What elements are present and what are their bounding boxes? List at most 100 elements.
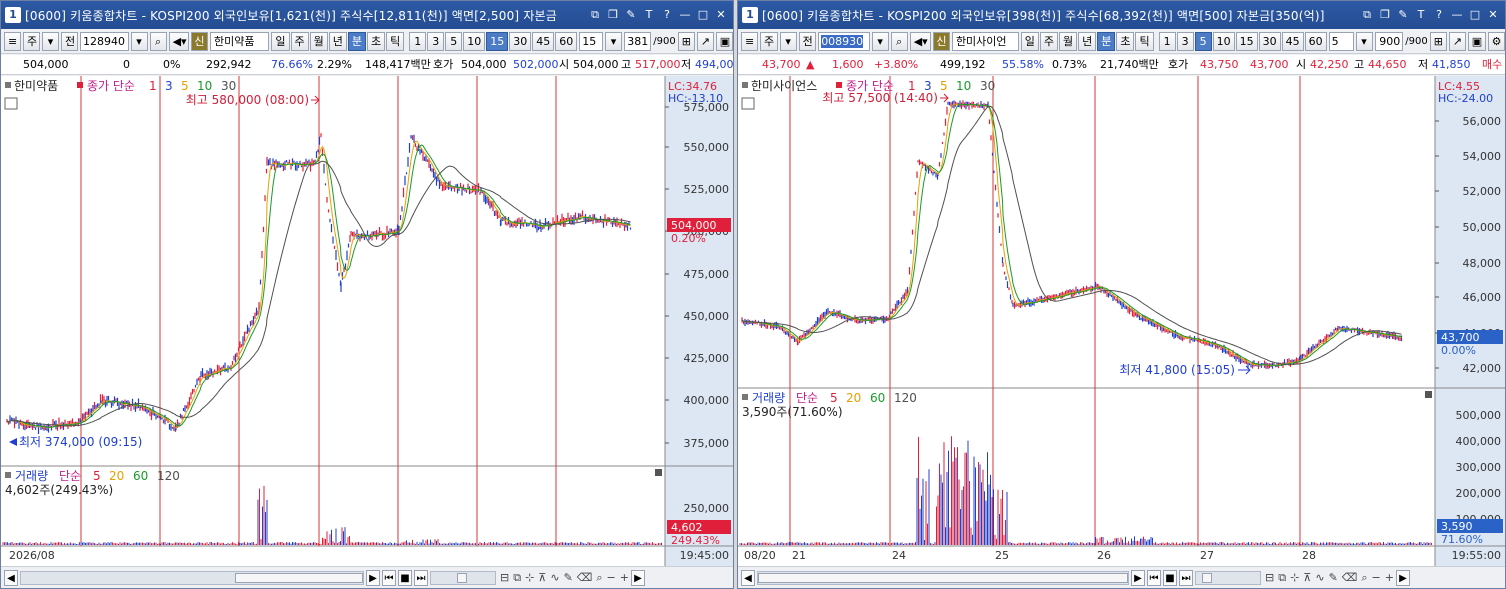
layout-icon[interactable]: ⊟ [500,571,509,584]
zoom-out-icon[interactable]: − [607,571,616,584]
close-icon[interactable]: ✕ [713,7,729,23]
help-icon[interactable]: ? [1431,7,1447,23]
search-icon[interactable]: ⌕ [149,32,167,51]
price-chart-svg[interactable]: 575,000550,000525,000500,000475,000450,0… [1,76,733,566]
window-titlebar[interactable]: 1 [0600] 키움종합차트 - KOSPI200 외국인보유[398(천)]… [738,1,1505,29]
interval-button[interactable]: 3 [1176,32,1194,51]
minimize-icon[interactable]: — [1449,7,1465,23]
zoom-slider-thumb[interactable] [1202,572,1212,583]
interval-button[interactable]: 10 [1212,32,1235,51]
scroll-right-icon[interactable]: ▶ [366,569,380,586]
interval-button[interactable]: 30 [1258,32,1281,51]
period-button[interactable]: 초 [1116,32,1135,51]
menu-icon[interactable]: ≡ [4,32,21,51]
draw-icon[interactable]: ✎ [1329,571,1338,584]
zoom-slider[interactable] [430,570,496,585]
scroll-left-icon[interactable]: ◀ [741,569,755,586]
window-titlebar[interactable]: 1 [0600] 키움종합차트 - KOSPI200 외국인보유[1,621(천… [1,1,733,29]
layout-icon[interactable]: ⊟ [1265,571,1274,584]
interval-value-input[interactable]: 15 [579,32,604,51]
zoom-slider[interactable] [1195,570,1261,585]
scroll-right-icon[interactable]: ▶ [1131,569,1145,586]
period-button[interactable]: 일 [1020,32,1039,51]
period-button[interactable]: 틱 [1135,32,1154,51]
code-dropdown-icon[interactable]: ▾ [871,32,889,51]
interval-button[interactable]: 15 [1235,32,1258,51]
zoom-in-icon[interactable]: + [620,571,629,584]
interval-button[interactable]: 30 [509,32,532,51]
price-chart-svg[interactable]: 56,00054,00052,00050,00048,00046,00044,0… [738,76,1505,566]
interval-button[interactable]: 15 [486,32,509,51]
forward-icon[interactable]: ⏭ [1179,569,1193,586]
stock-name-field[interactable]: 한미약품 [209,32,270,51]
indicator-icon[interactable]: ⊞ [677,32,695,51]
scroll-track[interactable] [757,570,1129,585]
stop-icon[interactable]: ■ [398,569,412,586]
wave-icon[interactable]: ∿ [550,571,559,584]
scroll-thumb[interactable] [235,572,363,583]
draw-icon[interactable]: ✎ [564,571,573,584]
price-chart-area[interactable]: 56,00054,00052,00050,00048,00046,00044,0… [738,76,1505,566]
text-icon[interactable]: T [1413,7,1429,23]
wave-icon[interactable]: ∿ [1315,571,1324,584]
scroll-left-icon[interactable]: ◀ [4,569,18,586]
scroll-thumb[interactable] [758,572,1128,583]
scroll-end-icon[interactable]: ▶ [630,569,645,586]
settings-icon[interactable]: ⚙ [1487,32,1505,51]
prev-button[interactable]: 전 [61,32,78,51]
trend-icon[interactable]: ↗ [696,32,714,51]
interval-button[interactable]: 3 [427,32,445,51]
period-button[interactable]: 년 [328,32,347,51]
window-icon[interactable]: ⧉ [1278,571,1286,585]
speaker-icon[interactable]: ◀▾ [909,32,931,51]
crosshair-icon[interactable]: ⊹ [525,571,534,584]
minimize-icon[interactable]: — [677,7,693,23]
close-icon[interactable]: ✕ [1485,7,1501,23]
copy-icon[interactable]: ❐ [605,7,621,23]
text-icon[interactable]: T [641,7,657,23]
stock-code-input[interactable]: 008930 [818,32,870,51]
interval-dropdown-icon[interactable]: ▾ [605,32,623,51]
period-button[interactable]: 틱 [386,32,405,51]
interval-button[interactable]: 1 [409,32,427,51]
maximize-icon[interactable]: □ [1467,7,1483,23]
market-dropdown-icon[interactable]: ▾ [779,32,797,51]
period-button[interactable]: 분 [1097,32,1116,51]
forward-icon[interactable]: ⏭ [414,569,428,586]
maximize-icon[interactable]: □ [695,7,711,23]
scroll-end-icon[interactable]: ▶ [1395,569,1410,586]
stock-code-input[interactable]: 128940 [80,32,129,51]
stop-icon[interactable]: ■ [1163,569,1177,586]
period-button[interactable]: 월 [309,32,328,51]
zoom-icon[interactable]: ⌕ [1361,571,1367,585]
zoom-in-icon[interactable]: + [1385,571,1394,584]
count-input[interactable]: 900 [1374,32,1404,51]
chart-scrollbar[interactable]: ◀ ▶ ⏮ ■ ⏭ ⊟ ⧉ ⊹ ⊼ ∿ ✎ ⌫ ⌕ − + ▶ [1,566,733,588]
code-dropdown-icon[interactable]: ▾ [130,32,148,51]
help-icon[interactable]: ? [659,7,675,23]
stock-name-field[interactable]: 한미사이언 [951,32,1019,51]
interval-button[interactable]: 45 [1281,32,1304,51]
crosshair-icon[interactable]: ⊹ [1290,571,1299,584]
prev-button[interactable]: 전 [798,32,817,51]
market-select[interactable]: 주 [760,32,778,51]
interval-value-input[interactable]: 5 [1328,32,1354,51]
period-button[interactable]: 초 [367,32,386,51]
fib-icon[interactable]: ⊼ [1303,571,1311,584]
rewind-icon[interactable]: ⏮ [1147,569,1161,586]
period-button[interactable]: 주 [290,32,309,51]
interval-button[interactable]: 5 [1194,32,1212,51]
period-button[interactable]: 년 [1078,32,1097,51]
copy-icon[interactable]: ❐ [1377,7,1393,23]
save-icon[interactable]: ▣ [715,32,733,51]
link-icon[interactable]: ⧉ [1359,7,1375,23]
period-button[interactable]: 분 [347,32,367,51]
link-icon[interactable]: ⧉ [587,7,603,23]
indicator-icon[interactable]: ⊞ [1429,32,1447,51]
window-icon[interactable]: ⧉ [513,571,521,585]
price-chart-area[interactable]: 575,000550,000525,000500,000475,000450,0… [1,76,733,566]
market-select[interactable]: 주 [23,32,40,51]
interval-button[interactable]: 60 [1304,32,1327,51]
save-icon[interactable]: ▣ [1467,32,1486,51]
period-button[interactable]: 일 [271,32,290,51]
